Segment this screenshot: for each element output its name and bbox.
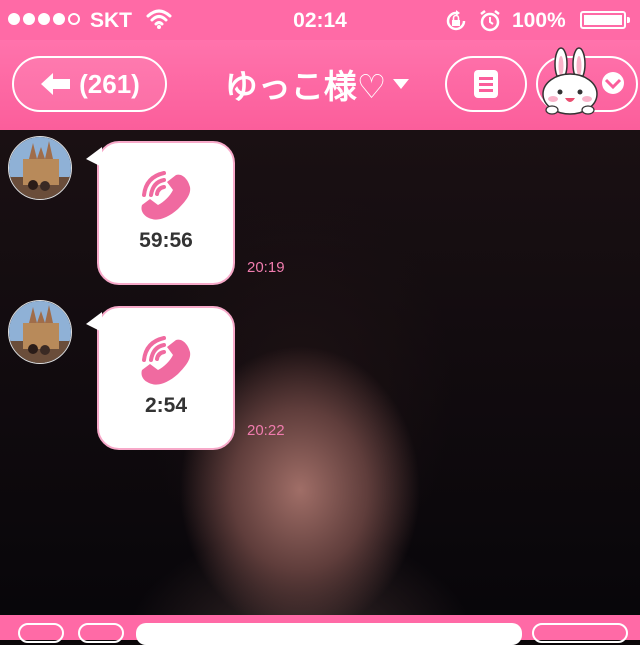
contact-avatar[interactable] <box>8 300 72 364</box>
chevron-down-icon <box>602 72 624 94</box>
back-button[interactable]: (261) <box>12 56 167 112</box>
contact-avatar[interactable] <box>8 136 72 200</box>
message-input[interactable] <box>136 623 522 645</box>
call-message-bubble[interactable]: 2:54 <box>86 306 235 450</box>
battery-icon <box>580 11 630 29</box>
status-bar: SKT 02:14 100% <box>0 0 640 40</box>
camera-button[interactable] <box>78 623 124 643</box>
input-bar <box>0 615 640 645</box>
battery-percent: 100% <box>512 9 566 32</box>
plus-button[interactable] <box>18 623 64 643</box>
send-button[interactable] <box>532 623 628 643</box>
menu-button[interactable] <box>445 56 527 112</box>
chat-area[interactable]: 59:56 20:19 2:54 20:22 <box>0 130 640 615</box>
chat-title-button[interactable]: ゆっこ様♡ <box>205 62 430 106</box>
back-arrow-icon <box>41 73 71 95</box>
orientation-lock-icon <box>446 10 466 31</box>
call-message-bubble[interactable]: 59:56 <box>86 141 235 285</box>
message-time: 20:22 <box>247 422 285 439</box>
menu-icon <box>474 70 498 98</box>
call-duration: 59:56 <box>139 229 193 252</box>
alarm-icon <box>480 10 500 32</box>
title-caret-icon <box>393 79 410 89</box>
phone-call-icon <box>141 336 191 385</box>
phone-call-icon <box>141 171 191 220</box>
unread-count: (261) <box>79 68 140 99</box>
call-duration: 2:54 <box>144 394 188 417</box>
chat-title: ゆっこ様♡ <box>224 68 387 105</box>
bunny-sticker-icon <box>542 47 598 115</box>
message-time: 20:19 <box>247 259 285 276</box>
